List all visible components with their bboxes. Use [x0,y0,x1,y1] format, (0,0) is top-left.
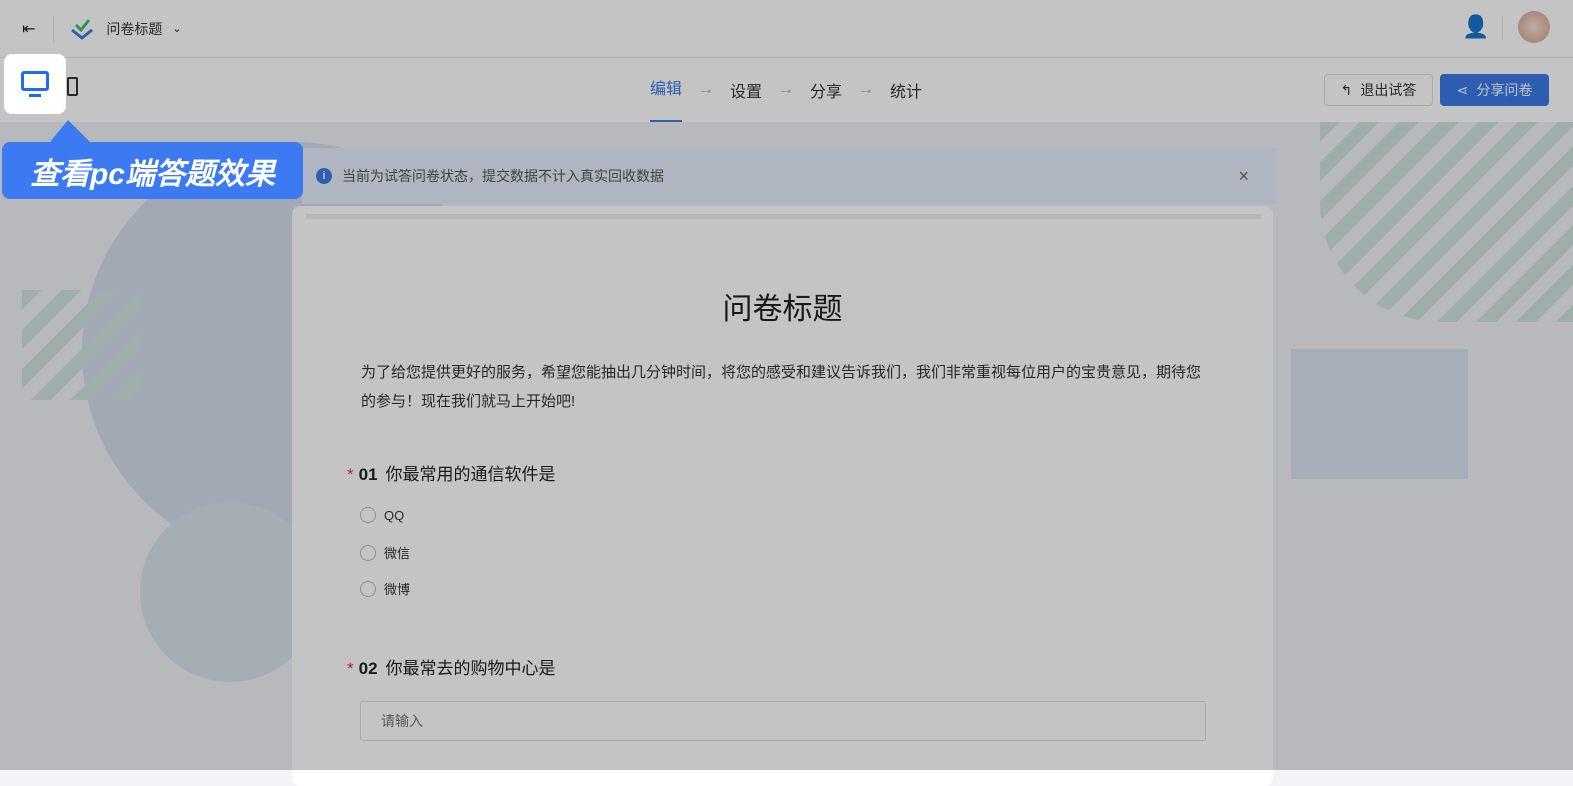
steps-nav: 编辑 → 设置 → 分享 → 统计 [650,58,938,122]
exit-trial-button[interactable]: ↰ 退出试答 [1324,74,1433,106]
radio[interactable] [360,580,376,597]
share-icon: ⋖ [1456,81,1469,98]
share-label: 分享问卷 [1476,82,1533,98]
answer-input[interactable] [360,701,1206,741]
question-2: * 02 你最常去的购物中心是 [347,654,556,679]
share-button[interactable]: ⋖ 分享问卷 [1440,74,1549,106]
progress-bar [306,214,1261,219]
exit-trial-label: 退出试答 [1360,82,1417,98]
tab-settings[interactable]: 设置 [730,78,762,102]
monitor-icon [21,71,49,97]
option-label: 微博 [384,582,411,597]
question-text: 你最常去的购物中心是 [385,659,556,678]
option-label: QQ [384,507,405,523]
option-qq[interactable]: QQ [360,507,404,523]
notice-text: 当前为试答问卷状态，提交数据不计入真实回收数据 [342,168,664,184]
top-bar: ⇤ 问卷标题 ⌄ 👤 [0,0,1573,58]
exit-icon[interactable]: ⇤ [22,19,35,39]
survey-card: 问卷标题 为了给您提供更好的服务，希望您能抽出几分钟时间，将您的感受和建议告诉我… [292,206,1273,786]
logo-icon [71,18,94,40]
question-number: 01 [358,465,378,484]
question-1: * 01 你最常用的通信软件是 [347,460,556,485]
user-plus-icon[interactable]: 👤 [1462,14,1489,40]
info-icon: i [316,168,332,184]
survey-title: 问卷标题 [722,293,843,326]
divider [53,15,55,42]
option-label: 微信 [384,546,411,561]
required-mark: * [347,659,354,678]
arrow-icon: → [858,81,875,98]
chevron-down-icon[interactable]: ⌄ [172,22,181,35]
arrow-icon: → [778,81,795,98]
close-icon[interactable]: × [1238,166,1249,187]
survey-title-dropdown[interactable]: 问卷标题 [106,19,162,39]
option-wechat[interactable]: 微信 [360,543,410,562]
survey-description: 为了给您提供更好的服务，希望您能抽出几分钟时间，将您的感受和建议告诉我们，我们非… [361,364,1202,410]
question-text: 你最常用的通信软件是 [385,465,556,484]
pc-preview-button[interactable] [4,54,66,114]
undo-icon: ↰ [1340,81,1353,98]
trial-notice: i 当前为试答问卷状态，提交数据不计入真实回收数据 × [302,148,1277,204]
divider [1502,16,1503,40]
mobile-icon[interactable] [67,77,78,96]
arrow-icon: → [698,81,715,98]
guide-tooltip: 查看pc端答题效果 [2,120,303,199]
radio[interactable] [360,507,376,523]
tab-edit[interactable]: 编辑 [650,58,683,122]
required-mark: * [347,465,354,484]
tab-share[interactable]: 分享 [810,78,842,102]
radio[interactable] [360,544,376,561]
question-number: 02 [358,659,378,678]
option-weibo[interactable]: 微博 [360,579,410,598]
avatar[interactable] [1518,11,1550,43]
tab-stats[interactable]: 统计 [890,78,922,102]
